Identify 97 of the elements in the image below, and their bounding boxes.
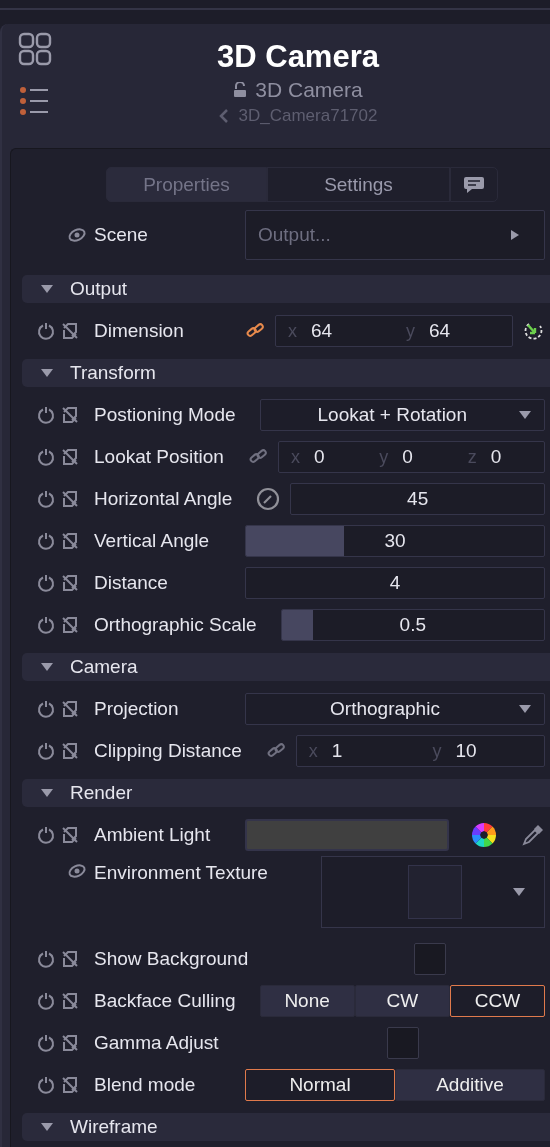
reset-icon[interactable] [37, 992, 55, 1010]
axis-value[interactable]: 64 [429, 320, 451, 342]
node-name: 3D_Camera71702 [238, 105, 378, 127]
texture-field[interactable] [320, 856, 545, 928]
dropdown[interactable]: Orthographic [245, 693, 545, 725]
property-label: Horizontal Angle [94, 488, 234, 510]
axis-value[interactable]: 0 [402, 446, 413, 468]
dropdown[interactable]: Lookat + Rotation [259, 399, 545, 431]
caret-icon [40, 368, 54, 378]
number-field[interactable]: 4 [245, 567, 545, 599]
reset-icon[interactable] [37, 406, 55, 424]
reset-icon[interactable] [37, 826, 55, 844]
caret-icon [40, 788, 54, 798]
property-label: Scene [94, 224, 149, 246]
toggle-option[interactable]: CCW [449, 985, 545, 1017]
apply-icon[interactable] [523, 320, 545, 342]
property-label: Vertical Angle [94, 530, 211, 552]
unlink-icon[interactable] [61, 700, 79, 718]
property-label: Show Background [94, 948, 250, 970]
reset-icon[interactable] [37, 950, 55, 968]
chat-icon [463, 174, 485, 195]
section-header[interactable]: Render [22, 779, 550, 807]
unlink-icon[interactable] [61, 1034, 79, 1052]
caret-icon [518, 704, 532, 714]
tab[interactable]: Settings [266, 167, 450, 202]
property-label: Gamma Adjust [94, 1032, 220, 1054]
toggle-option[interactable]: None [259, 985, 355, 1017]
reset-icon[interactable] [37, 490, 55, 508]
unlink-icon[interactable] [61, 950, 79, 968]
axis-value[interactable]: 0 [490, 446, 502, 468]
lock-icon [233, 82, 248, 98]
section-header[interactable]: Output [22, 275, 550, 303]
grid-icon[interactable] [18, 32, 52, 66]
property-label: Clipping Distance [94, 740, 243, 762]
node-title: 3D Camera [216, 38, 379, 76]
property-label: Projection [94, 698, 180, 720]
caret-icon [512, 887, 526, 897]
texture-thumbnail [408, 865, 462, 919]
number-field[interactable]: 45 [290, 483, 545, 515]
reset-icon[interactable] [37, 1034, 55, 1052]
section-header[interactable]: Transform [22, 359, 550, 387]
color-swatch[interactable] [245, 819, 449, 851]
reset-icon[interactable] [37, 616, 55, 634]
property-label: Orthographic Scale [94, 614, 258, 636]
node-type: 3D Camera [255, 77, 363, 103]
slider-field[interactable]: 30 [245, 525, 545, 557]
unlink-icon[interactable] [61, 1076, 79, 1094]
unlink-icon[interactable] [61, 322, 79, 340]
property-label: Backface Culling [94, 990, 237, 1012]
checkbox[interactable] [414, 943, 447, 975]
caret-icon [40, 284, 54, 294]
property-label: Lookat Position [94, 446, 225, 468]
junction-icon[interactable] [67, 226, 87, 244]
reset-icon[interactable] [37, 1076, 55, 1094]
reset-icon[interactable] [37, 448, 55, 466]
axis-value[interactable]: 10 [455, 740, 477, 762]
reset-icon[interactable] [37, 700, 55, 718]
dial-icon[interactable] [256, 487, 281, 511]
section-header[interactable]: Camera [22, 653, 550, 681]
axis-value[interactable]: 1 [331, 740, 343, 762]
reset-icon[interactable] [37, 322, 55, 340]
color-wheel-icon[interactable] [471, 822, 497, 848]
comment-button[interactable] [450, 167, 498, 202]
toggle-option[interactable]: Additive [395, 1069, 545, 1101]
eyedropper-icon[interactable] [521, 823, 545, 847]
unlink-icon[interactable] [61, 532, 79, 550]
property-label: Dimension [94, 320, 185, 342]
link-icon[interactable] [265, 742, 286, 760]
reset-icon[interactable] [37, 742, 55, 760]
property-label: Blend mode [94, 1074, 197, 1096]
link-icon[interactable] [245, 322, 265, 340]
unlink-icon[interactable] [61, 992, 79, 1010]
unlink-icon[interactable] [61, 448, 79, 466]
unlink-icon[interactable] [61, 742, 79, 760]
property-label: Distance [94, 572, 169, 594]
checkbox[interactable] [387, 1027, 419, 1059]
reset-icon[interactable] [37, 532, 55, 550]
unlink-icon[interactable] [61, 490, 79, 508]
caret-icon [40, 1122, 54, 1132]
toggle-option[interactable]: Normal [245, 1069, 395, 1101]
unlink-icon[interactable] [61, 574, 79, 592]
unlink-icon[interactable] [61, 616, 79, 634]
property-label: Ambient Light [94, 824, 212, 846]
reset-icon[interactable] [37, 574, 55, 592]
section-header[interactable]: Wireframe [22, 1113, 550, 1141]
caret-icon [518, 410, 532, 420]
unlink-icon[interactable] [61, 406, 79, 424]
property-label: Postioning Mode [94, 404, 237, 426]
axis-value[interactable]: 0 [313, 446, 325, 468]
axis-value[interactable]: 64 [311, 320, 333, 342]
junction-icon[interactable] [67, 862, 87, 880]
unlink-icon[interactable] [61, 826, 79, 844]
toggle-option[interactable]: CW [354, 985, 450, 1017]
caret-icon [40, 662, 54, 672]
link-icon[interactable] [247, 448, 268, 466]
property-label: Environment Texture [94, 861, 269, 884]
slider-field[interactable]: 0.5 [280, 609, 545, 641]
